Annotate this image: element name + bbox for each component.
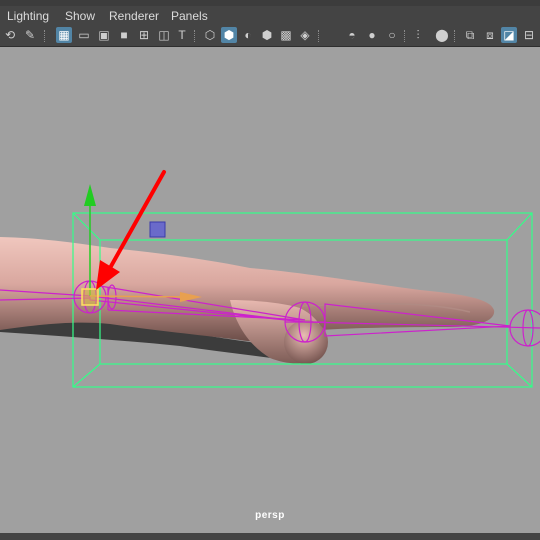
toolbar-separator	[194, 30, 197, 42]
default-material-icon[interactable]: ◐	[240, 27, 256, 43]
field-chart-icon[interactable]: ⊞	[136, 27, 152, 43]
camera-name-label: persp	[255, 510, 285, 521]
toolbar-separator	[404, 30, 407, 42]
menu-panels[interactable]: Panels	[171, 9, 208, 23]
menu-lighting[interactable]: Lighting	[7, 9, 49, 23]
isolate-select-icon[interactable]: ⫶	[410, 27, 426, 43]
smooth-shade-icon[interactable]: ⬢	[221, 27, 237, 43]
wireframe-on-shaded-icon[interactable]: ⬢	[259, 27, 275, 43]
menu-show[interactable]: Show	[65, 9, 95, 23]
wireframe-icon[interactable]: ⬡	[202, 27, 218, 43]
toolbar-separator	[318, 30, 321, 42]
toggle-panel-icon[interactable]: ⊟	[521, 27, 537, 43]
xray-active-components-icon[interactable]: ⧈	[482, 27, 498, 43]
perspective-viewport[interactable]: persp	[0, 47, 540, 533]
move-camera-icon[interactable]: ⟲	[2, 27, 18, 43]
toolbar-separator	[44, 30, 47, 42]
menu-renderer[interactable]: Renderer	[109, 9, 159, 23]
panel-toolbar: ⟲ ✎ ▦ ▭ ▣ ■ ⊞ ◫ T ⬡ ⬢ ◐ ⬢ ▩ ◈ ◓ ● ○ ⫶ ⬤ …	[0, 26, 540, 47]
toolbar-separator	[454, 30, 457, 42]
use-all-lights-icon[interactable]: ◈	[297, 27, 313, 43]
gate-mask-icon[interactable]: ■	[116, 27, 132, 43]
safe-action-icon[interactable]: ◫	[156, 27, 172, 43]
film-gate-icon[interactable]: ▭	[76, 27, 92, 43]
motion-blur-icon[interactable]: ○	[384, 27, 400, 43]
resolution-gate-icon[interactable]: ▣	[96, 27, 112, 43]
viewport-bottom-border	[0, 533, 540, 540]
shadows-icon[interactable]: ◓	[344, 27, 360, 43]
camera-attributes-icon[interactable]: ⬤	[434, 27, 450, 43]
safe-title-icon[interactable]: T	[174, 27, 190, 43]
xray-joints-icon[interactable]: ⧉	[462, 27, 478, 43]
panel-menu-bar: Lighting Show Renderer Panels	[0, 6, 540, 26]
scene-canvas	[0, 170, 540, 388]
bookmark-icon[interactable]: ✎	[22, 27, 38, 43]
grid-icon[interactable]: ▦	[56, 27, 72, 43]
xray-icon[interactable]: ▩	[278, 27, 294, 43]
screen-space-ao-icon[interactable]: ●	[364, 27, 380, 43]
toggle-hud-icon[interactable]: ◪	[501, 27, 517, 43]
